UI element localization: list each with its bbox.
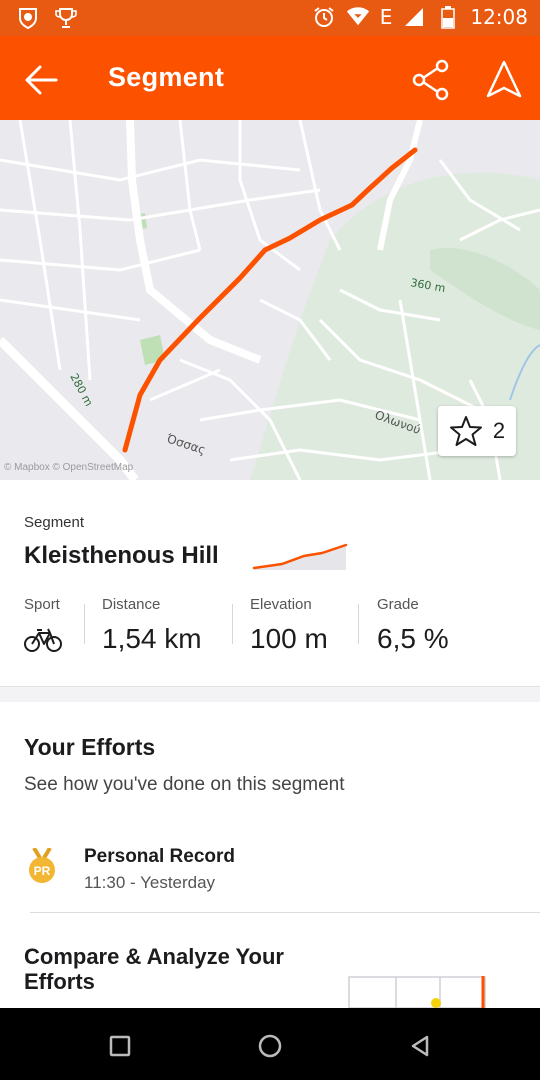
map-attribution[interactable]: © Mapbox © OpenStreetMap [4,462,133,473]
personal-record-time: 11:30 - Yesterday [84,873,216,892]
personal-record-title[interactable]: Personal Record [84,846,235,868]
stat-divider [232,604,233,644]
trophy-icon [54,6,78,30]
stat-distance: Distance 1,54 km [102,596,202,655]
navigation-arrow-icon [486,60,522,98]
alarm-icon [312,5,336,29]
segment-summary-card: Segment Kleisthenous Hill Sport Distance… [0,480,540,687]
stat-divider [358,604,359,644]
bicycle-icon [24,628,62,652]
compare-analyze-heading[interactable]: Compare & Analyze Your Efforts [24,944,284,994]
navigate-button[interactable] [480,58,528,102]
share-icon [412,59,449,101]
efforts-mini-chart[interactable] [348,976,488,1008]
stat-grade-label: Grade [377,596,419,613]
stat-divider [84,604,85,644]
recents-button[interactable] [100,1026,140,1066]
efforts-heading: Your Efforts [24,734,156,760]
status-bar: E 12:08 [0,0,540,36]
stat-elevation-value: 100 m [250,623,328,654]
triangle-back-icon [411,1035,429,1057]
app-bar: Segment [0,36,540,120]
back-button[interactable] [20,58,64,102]
battery-icon [436,5,460,29]
circle-icon [258,1034,282,1058]
arrow-left-icon [25,65,58,95]
pr-medal-icon: PR [29,848,55,883]
stat-elevation-label: Elevation [250,596,312,613]
efforts-subtitle: See how you've done on this segment [24,774,345,795]
stat-distance-value: 1,54 km [102,623,202,654]
star-icon [449,416,482,446]
wifi-icon [346,5,370,29]
lion-badge-icon [16,6,40,30]
star-count: 2 [492,418,506,443]
stat-distance-label: Distance [102,596,161,613]
signal-icon [402,5,426,29]
system-navigation-bar [0,1008,540,1080]
stat-sport: Sport [24,596,62,660]
clock-time: 12:08 [470,5,528,29]
stat-elevation: Elevation 100 m [250,596,328,655]
sport-type [24,623,62,660]
efforts-card: Your Efforts See how you've done on this… [0,702,540,1008]
segment-name: Kleisthenous Hill [24,542,219,569]
page-title: Segment [108,62,225,92]
network-type-label: E [379,5,393,29]
divider [30,912,540,913]
home-button[interactable] [250,1026,290,1066]
segment-label: Segment [24,514,85,531]
square-icon [109,1035,131,1057]
star-segment-button[interactable]: 2 [438,406,516,456]
share-button[interactable] [408,58,454,102]
pr-badge-text: PR [34,864,51,878]
stat-grade: Grade 6,5 % [377,596,449,655]
stat-sport-label: Sport [24,596,60,613]
system-back-button[interactable] [400,1026,440,1066]
stat-grade-value: 6,5 % [377,623,449,654]
elevation-profile-thumbnail [252,543,348,570]
